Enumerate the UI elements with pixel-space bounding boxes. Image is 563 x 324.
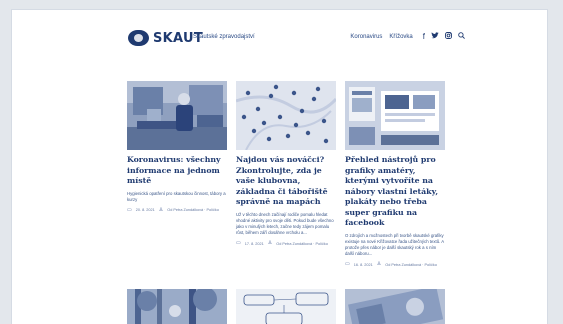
instagram-icon[interactable]: [445, 32, 452, 42]
article-date: 16. 8. 2021: [353, 262, 373, 267]
article-title[interactable]: Najdou vás nováčci? Zkontrolujte, zda je…: [236, 150, 336, 208]
article-title[interactable]: Koronavirus: všechny informace na jednom…: [127, 150, 227, 187]
article-author: Od Petra Zundálková · Políčko: [167, 208, 219, 213]
article-author: Od Petra Zundálková · Políčko: [385, 262, 437, 267]
facebook-icon[interactable]: f: [423, 32, 425, 42]
main-nav: Koronavirus Křížovka f: [350, 32, 465, 42]
article-excerpt: Už v těchto dnech začínají rodiče pomalu…: [236, 211, 334, 236]
article-excerpt: Hygienická opatření pro skautskou činnos…: [127, 190, 226, 202]
skaut-lily-icon: [128, 30, 149, 46]
article-date: 20. 8. 2021: [135, 208, 155, 213]
article-card[interactable]: Přehled nástrojů pro grafiky amatéry, kt…: [345, 81, 445, 267]
user-icon: ♙: [267, 240, 273, 247]
user-icon: ♙: [158, 206, 164, 213]
article-image-graphics-tools[interactable]: [345, 81, 445, 150]
nav-link-koronavirus[interactable]: Koronavirus: [350, 34, 382, 40]
article-title[interactable]: Přehled nástrojů pro grafiky amatéry, kt…: [345, 150, 445, 229]
site-tagline: Skautské zpravodajství: [193, 34, 255, 40]
article-meta: ▭ 16. 8. 2021 ♙ Od Petra Zundálková · Po…: [345, 262, 445, 267]
article-card[interactable]: Najdou vás nováčci? Zkontrolujte, zda je…: [236, 81, 336, 246]
nav-link-krizovka[interactable]: Křížovka: [389, 34, 412, 40]
search-icon[interactable]: [458, 32, 465, 42]
social-links: f: [423, 32, 465, 42]
site-header: SKAUT Skautské zpravodajství Koronavirus…: [12, 10, 547, 64]
article-image-banknotes[interactable]: [345, 289, 445, 324]
article-date: 17. 8. 2021: [244, 241, 264, 246]
article-image-map[interactable]: [236, 81, 336, 150]
article-image-forest[interactable]: [127, 289, 227, 324]
calendar-icon: ▭: [127, 206, 132, 213]
article-image-workshop[interactable]: [127, 81, 227, 150]
article-author: Od Petra Zundálková · Políčko: [276, 241, 328, 246]
calendar-icon: ▭: [236, 240, 241, 247]
browser-page: SKAUT Skautské zpravodajství Koronavirus…: [12, 10, 547, 324]
article-card[interactable]: Koronavirus: všechny informace na jednom…: [127, 81, 227, 213]
article-meta: ▭ 20. 8. 2021 ♙ Od Petra Zundálková · Po…: [127, 206, 227, 213]
calendar-icon: ▭: [345, 261, 350, 268]
article-excerpt: O zdrojích a možnostech při tvorbě skaut…: [345, 232, 444, 257]
article-image-diagram[interactable]: [236, 289, 336, 324]
twitter-icon[interactable]: [431, 32, 439, 42]
article-meta: ▭ 17. 8. 2021 ♙ Od Petra Zundálková · Po…: [236, 241, 336, 246]
site-logo[interactable]: SKAUT: [128, 29, 203, 47]
user-icon: ♙: [376, 261, 382, 268]
